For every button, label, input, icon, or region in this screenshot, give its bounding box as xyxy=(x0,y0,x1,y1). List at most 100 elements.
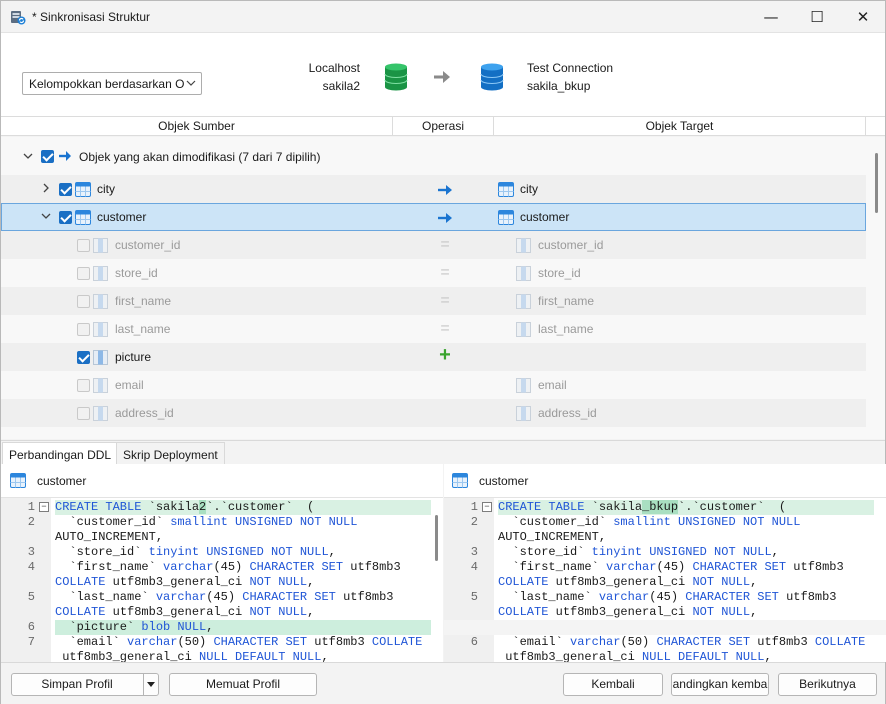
column-icon xyxy=(516,322,531,337)
minimize-button[interactable]: — xyxy=(748,1,794,32)
split-divider xyxy=(143,674,144,695)
ddl-target-code[interactable]: 1− CREATE TABLE `sakila_bkup`.`customer` … xyxy=(444,500,886,662)
line-number: 3 xyxy=(27,545,35,559)
next-button[interactable]: Berikutnya xyxy=(778,673,877,696)
chevron-down-icon[interactable] xyxy=(39,209,53,223)
source-table-name: customer xyxy=(97,210,147,224)
column-icon xyxy=(516,266,531,281)
equal-icon: = xyxy=(440,320,450,337)
back-button[interactable]: Kembali xyxy=(563,673,663,696)
close-button[interactable]: ✕ xyxy=(840,1,886,32)
tree-table-row-selected[interactable]: customer customer xyxy=(1,203,866,231)
close-icon: ✕ xyxy=(856,7,870,26)
code-line: 1− CREATE TABLE `sakila2`.`customer` ( xyxy=(1,500,443,515)
group-checkbox[interactable] xyxy=(41,150,54,163)
table-icon xyxy=(10,473,26,488)
column-checkbox[interactable] xyxy=(77,379,90,392)
source-column-name: picture xyxy=(115,350,152,364)
column-checkbox[interactable] xyxy=(77,351,90,364)
code-text: `last_name` varchar(45) CHARACTER SET ut… xyxy=(55,590,394,604)
table-checkbox[interactable] xyxy=(59,211,72,224)
code-text: COLLATE utf8mb3_general_ci NOT NULL, xyxy=(498,605,758,619)
tree-column-header: Objek Sumber Operasi Objek Target xyxy=(1,116,885,136)
chevron-down-icon xyxy=(184,75,198,91)
tree-column-row[interactable]: customer_id = customer_id xyxy=(1,231,866,259)
column-icon xyxy=(516,378,531,393)
tree-table-row[interactable]: city city xyxy=(1,175,866,203)
line-number: 5 xyxy=(470,590,478,604)
code-text: `customer_id` smallint UNSIGNED NOT NULL xyxy=(55,515,358,529)
save-profile-button[interactable]: Simpan Profil xyxy=(11,673,159,696)
object-tree: Objek yang akan dimodifikasi (7 dari 7 d… xyxy=(1,137,866,439)
tree-scrollbar[interactable] xyxy=(866,137,885,439)
tree-column-row[interactable]: store_id = store_id xyxy=(1,259,866,287)
code-line: AUTO_INCREMENT, xyxy=(1,530,443,545)
code-line: utf8mb3_general_ci NULL DEFAULT NULL, xyxy=(1,650,443,662)
tree-column-row[interactable]: picture + xyxy=(1,343,866,371)
minimize-icon: — xyxy=(763,7,779,26)
chevron-right-icon[interactable] xyxy=(39,181,53,195)
column-icon xyxy=(93,350,108,365)
code-text: `customer_id` smallint UNSIGNED NOT NULL xyxy=(498,515,801,529)
group-by-select[interactable]: Kelompokkan berdasarkan Op xyxy=(22,72,202,95)
ddl-source-code[interactable]: 1− CREATE TABLE `sakila2`.`customer` ( 2 … xyxy=(1,500,443,662)
tree-column-row[interactable]: first_name = first_name xyxy=(1,287,866,315)
fold-toggle-icon[interactable]: − xyxy=(39,502,49,512)
code-text: AUTO_INCREMENT, xyxy=(55,530,164,544)
load-profile-button[interactable]: Memuat Profil xyxy=(169,673,317,696)
source-column-name: email xyxy=(115,378,144,392)
maximize-button[interactable]: ☐ xyxy=(794,1,840,32)
column-checkbox[interactable] xyxy=(77,295,90,308)
code-text: COLLATE utf8mb3_general_ci NOT NULL, xyxy=(498,575,758,589)
line-number: 4 xyxy=(27,560,35,574)
column-header-source[interactable]: Objek Sumber xyxy=(1,119,392,133)
source-column-name: first_name xyxy=(115,294,172,308)
tree-column-row[interactable]: last_name = last_name xyxy=(1,315,866,343)
tab-deployment-script[interactable]: Skrip Deployment xyxy=(116,442,225,465)
title-bar: * Sinkronisasi Struktur — ☐ ✕ xyxy=(1,1,885,32)
target-database-name: sakila_bkup xyxy=(527,79,591,93)
code-text: CREATE TABLE `sakila2`.`customer` ( xyxy=(55,500,431,515)
column-icon xyxy=(516,238,531,253)
code-line: 3 `store_id` tinyint UNSIGNED NOT NULL, xyxy=(1,545,443,560)
fold-toggle-icon[interactable]: − xyxy=(482,502,492,512)
code-line-placeholder xyxy=(444,620,886,635)
ddl-target-header: customer xyxy=(444,464,886,498)
scrollbar-thumb[interactable] xyxy=(875,153,878,213)
window-title: * Sinkronisasi Struktur xyxy=(32,10,151,24)
code-text: `store_id` tinyint UNSIGNED NOT NULL, xyxy=(498,545,779,559)
compare-again-button[interactable]: andingkan kemba xyxy=(671,673,769,696)
code-line: 3 `store_id` tinyint UNSIGNED NOT NULL, xyxy=(444,545,886,560)
column-header-target[interactable]: Objek Target xyxy=(494,119,865,133)
target-connection-name: Test Connection xyxy=(527,61,614,75)
column-icon xyxy=(93,294,108,309)
column-separator[interactable] xyxy=(865,117,866,136)
column-checkbox[interactable] xyxy=(77,323,90,336)
line-number: 7 xyxy=(27,635,35,649)
source-database-name: sakila2 xyxy=(322,79,360,93)
table-icon xyxy=(75,182,91,197)
caret-down-icon[interactable] xyxy=(145,680,157,690)
column-checkbox[interactable] xyxy=(77,267,90,280)
tree-column-row[interactable]: address_id address_id xyxy=(1,399,866,427)
code-text: `store_id` tinyint UNSIGNED NOT NULL, xyxy=(55,545,336,559)
table-icon xyxy=(452,473,468,488)
code-text: `first_name` varchar(45) CHARACTER SET u… xyxy=(498,560,844,574)
chevron-down-icon[interactable] xyxy=(21,149,35,163)
tab-ddl-comparison[interactable]: Perbandingan DDL xyxy=(2,442,119,465)
tree-group-row[interactable]: Objek yang akan dimodifikasi (7 dari 7 d… xyxy=(1,143,866,171)
tree-column-row[interactable]: email email xyxy=(1,371,866,399)
column-checkbox[interactable] xyxy=(77,407,90,420)
code-text: `last_name` varchar(45) CHARACTER SET ut… xyxy=(498,590,837,604)
line-number: 2 xyxy=(27,515,35,529)
table-checkbox[interactable] xyxy=(59,183,72,196)
ddl-source-scrollbar[interactable] xyxy=(435,515,438,561)
source-column-name: store_id xyxy=(115,266,158,280)
line-number: 5 xyxy=(27,590,35,604)
column-checkbox[interactable] xyxy=(77,239,90,252)
footer-bar: Simpan Profil Memuat Profil Kembali andi… xyxy=(1,662,885,704)
column-icon xyxy=(93,238,108,253)
column-header-operation[interactable]: Operasi xyxy=(393,119,493,133)
code-line: AUTO_INCREMENT, xyxy=(444,530,886,545)
target-connection: Test Connection sakila_bkup xyxy=(527,59,613,95)
